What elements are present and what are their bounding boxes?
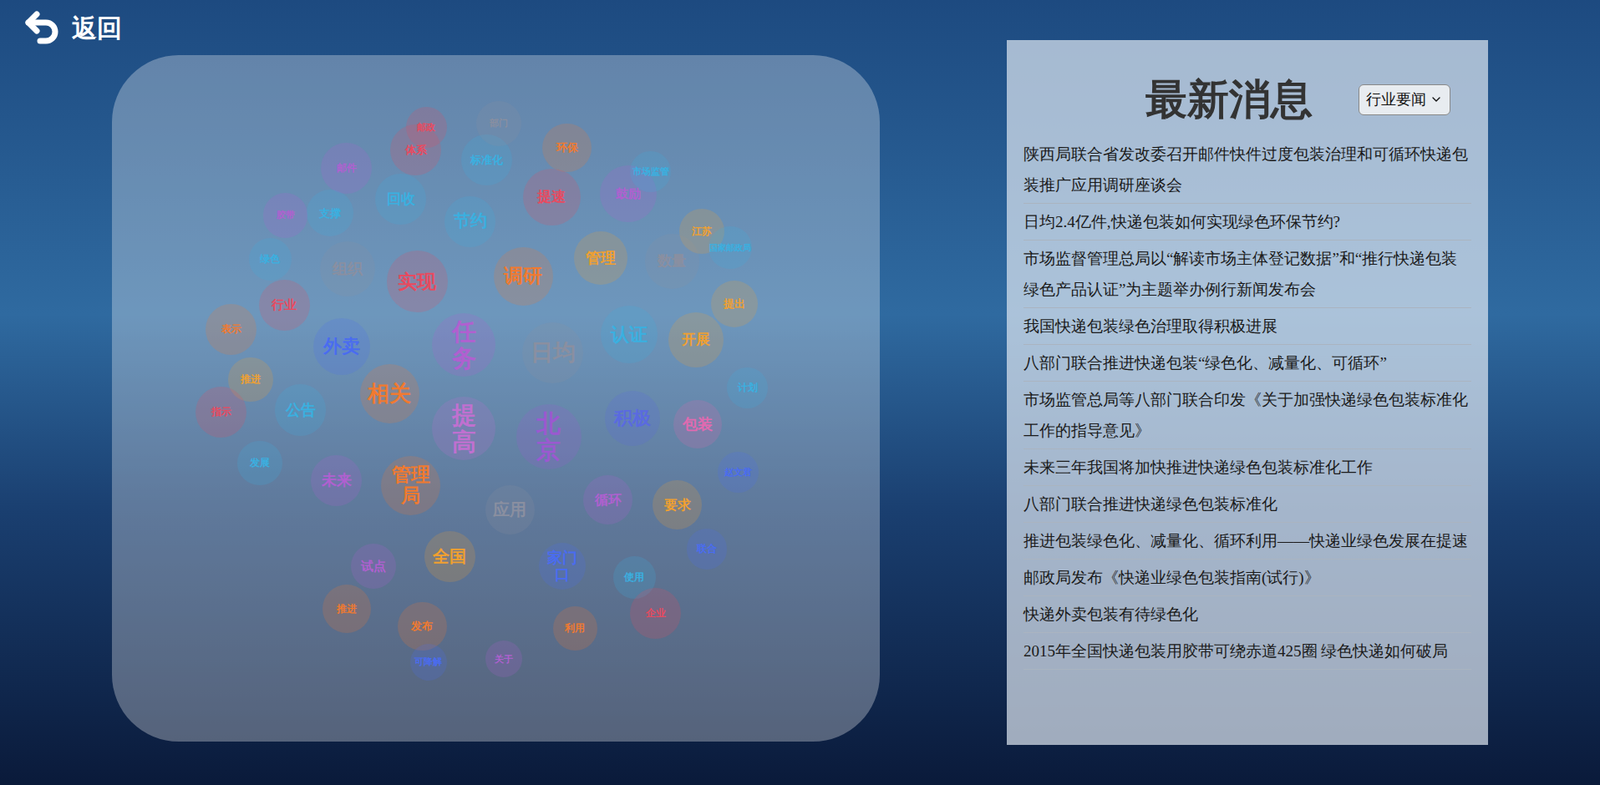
left-column: 返回任务提高北京日均实现调研相关管理局外卖认证开展积极包装组织管理数量节约回收提…: [0, 0, 880, 785]
word-bubble[interactable]: 国家邮政局: [708, 226, 752, 270]
word-bubble[interactable]: 试点: [350, 543, 397, 590]
news-item[interactable]: 八部门联合推进快递绿色包装标准化: [1023, 486, 1472, 524]
page: 返回任务提高北京日均实现调研相关管理局外卖认证开展积极包装组织管理数量节约回收提…: [0, 0, 1600, 785]
word-bubble[interactable]: 指示: [195, 386, 247, 438]
news-header: 最新消息 行业要闻: [1006, 40, 1489, 137]
word-bubble[interactable]: 邮件: [320, 142, 372, 194]
word-bubble[interactable]: 推进: [322, 584, 372, 635]
word-bubble[interactable]: 关于: [485, 640, 523, 678]
news-item[interactable]: 日均2.4亿件,快递包装如何实现绿色环保节约?: [1023, 203, 1472, 241]
word-bubble[interactable]: 要求: [652, 480, 702, 530]
back-arrow-icon: [21, 7, 62, 48]
word-bubble[interactable]: 可降解: [410, 644, 447, 681]
word-bubble[interactable]: 计划: [726, 367, 768, 409]
news-item[interactable]: 邮政局发布《快递业绿色包装指南(试行)》: [1023, 559, 1472, 597]
word-bubble[interactable]: 节约: [444, 196, 496, 248]
news-item[interactable]: 未来三年我国将加快推进快递绿色包装标准化工作: [1023, 449, 1472, 487]
news-panel: 最新消息 行业要闻陕西局联合省发改委召开邮件快件过度包装治理和可循环快递包装推广应…: [1006, 40, 1489, 746]
word-bubble[interactable]: 管理局: [380, 456, 441, 516]
word-bubble[interactable]: 支撑: [306, 189, 354, 237]
category-select[interactable]: 行业要闻: [1358, 84, 1451, 116]
word-bubble[interactable]: 绿色: [248, 238, 292, 281]
news-item[interactable]: 市场监管总局等八部门联合印发《关于加强快递绿色包装标准化工作的指导意见》: [1023, 381, 1472, 450]
word-bubble[interactable]: 开展: [668, 312, 724, 368]
word-bubble[interactable]: 回收: [375, 173, 427, 225]
chevron-down-icon: [1429, 92, 1443, 107]
word-bubble[interactable]: 日均: [522, 322, 584, 384]
word-bubble[interactable]: 公告: [274, 384, 326, 436]
news-item[interactable]: 2015年全国快递包装用胶带可绕赤道425圈 绿色快递如何破局: [1023, 633, 1472, 671]
news-item[interactable]: 推进包装绿色化、减量化、循环利用——快递业绿色发展在提速: [1023, 523, 1472, 560]
word-bubble[interactable]: 利用: [553, 606, 599, 652]
back-button[interactable]: 返回: [21, 0, 880, 56]
word-bubble[interactable]: 相关: [360, 364, 420, 424]
news-list: 陕西局联合省发改委召开邮件快件过度包装治理和可循环快递包装推广应用调研座谈会日均…: [1006, 136, 1489, 671]
word-bubble[interactable]: 环保: [542, 123, 592, 173]
word-bubble[interactable]: 邮政: [406, 106, 447, 148]
word-bubble[interactable]: 实现: [386, 250, 448, 312]
news-item[interactable]: 市场监督管理总局以“解读市场主体登记数据”和“推行快递包装绿色产品认证”为主题举…: [1023, 240, 1472, 309]
word-bubble[interactable]: 企业: [629, 588, 681, 640]
word-bubble[interactable]: 提高: [431, 396, 496, 461]
news-item[interactable]: 快递外卖包装有待绿色化: [1023, 596, 1472, 634]
word-bubble[interactable]: 部门: [476, 101, 522, 147]
word-bubble[interactable]: 北京: [516, 404, 582, 470]
word-bubble[interactable]: 行业: [259, 279, 310, 331]
news-item[interactable]: 我国快递包装绿色治理取得积极进展: [1023, 308, 1472, 346]
word-bubble[interactable]: 应用: [485, 485, 535, 535]
word-bubble[interactable]: 表示: [205, 304, 257, 356]
word-bubble[interactable]: 发布: [397, 602, 447, 652]
word-bubble[interactable]: 外卖: [313, 318, 371, 376]
word-bubble[interactable]: 管理: [573, 231, 628, 285]
word-bubble[interactable]: 调研: [493, 247, 554, 307]
word-cloud-panel: 任务提高北京日均实现调研相关管理局外卖认证开展积极包装组织管理数量节约回收提速鼓…: [111, 55, 880, 742]
word-bubble[interactable]: 胶带: [263, 193, 309, 239]
word-bubble[interactable]: 未来: [310, 455, 362, 507]
word-bubble[interactable]: 联合: [686, 528, 728, 570]
word-bubble[interactable]: 提出: [711, 280, 758, 328]
news-item[interactable]: 八部门联合推进快递包装“绿色化、减量化、可循环”: [1023, 345, 1472, 382]
word-bubble[interactable]: 赵文君: [717, 452, 759, 493]
word-bubble[interactable]: 任务: [431, 313, 496, 377]
word-bubble[interactable]: 包装: [673, 400, 723, 450]
word-bubble[interactable]: 家门口: [538, 543, 586, 590]
word-bubble[interactable]: 全国: [424, 531, 476, 583]
news-item[interactable]: 陕西局联合省发改委召开邮件快件过度包装治理和可循环快递包装推广应用调研座谈会: [1023, 136, 1472, 204]
news-title: 最新消息: [1145, 73, 1313, 127]
word-bubble[interactable]: 发展: [237, 441, 283, 487]
word-bubble[interactable]: 积极: [604, 391, 661, 447]
word-bubble[interactable]: 循环: [583, 475, 633, 525]
word-bubble[interactable]: 提速: [523, 168, 580, 226]
word-bubble[interactable]: 组织: [320, 241, 376, 297]
word-bubble[interactable]: 市场监管: [629, 151, 671, 193]
word-bubble[interactable]: 认证: [600, 305, 658, 363]
